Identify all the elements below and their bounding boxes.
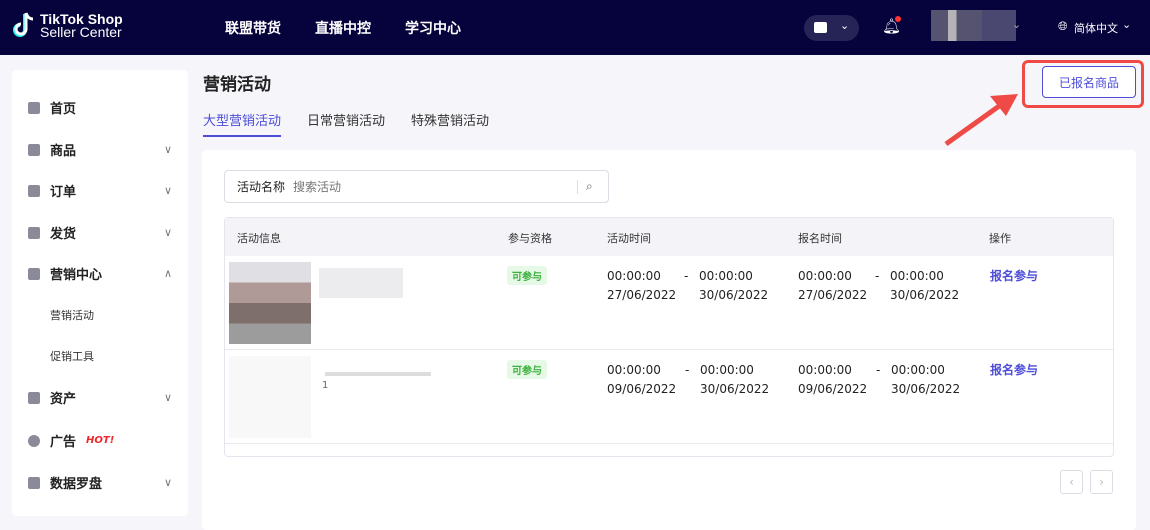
campaign-image xyxy=(229,262,311,344)
campaign-name-blurred xyxy=(319,268,403,298)
campaign-table: 活动信息 参与资格 活动时间 报名时间 操作 可参与 00:00:00 27/06… xyxy=(224,217,1114,457)
sidebar-item-orders[interactable]: 订单 ∨ xyxy=(28,181,172,200)
sidebar-label: 发货 xyxy=(50,227,77,242)
hot-badge: HOT! xyxy=(86,435,115,446)
sidebar-item-assets[interactable]: 资产 ∨ xyxy=(28,388,172,407)
sidebar-item-ads[interactable]: 广告 HOT! xyxy=(28,431,172,450)
sidebar-label: 营销中心 xyxy=(50,268,103,283)
highlight-box xyxy=(1022,60,1144,108)
logo-line2: Seller Center xyxy=(40,24,122,40)
table-header: 活动信息 参与资格 活动时间 报名时间 操作 xyxy=(225,218,1113,256)
megaphone-icon xyxy=(28,267,40,280)
language-select[interactable]: 简体中文 xyxy=(1074,20,1118,36)
tab-special-campaigns[interactable]: 特殊营销活动 xyxy=(411,110,489,129)
campaign-image xyxy=(229,356,311,438)
notification-dot xyxy=(895,16,901,22)
chevron-down-icon: ∨ xyxy=(163,476,172,489)
status-badge: 可参与 xyxy=(507,360,547,379)
chevron-down-icon: ⌄ xyxy=(840,19,850,32)
sidebar-item-shipping[interactable]: 发货 ∨ xyxy=(28,223,172,242)
registration-start: 00:00:00 27/06/2022 xyxy=(798,269,868,302)
chart-icon xyxy=(28,476,40,489)
nav-learning[interactable]: 学习中心 xyxy=(405,18,461,38)
globe-icon: 🌐︎ xyxy=(1058,19,1068,33)
account-chevron-icon[interactable]: ⌄ xyxy=(1012,18,1021,31)
sidebar-label: 商品 xyxy=(50,144,77,159)
chevron-down-icon: ⌄ xyxy=(1122,18,1132,31)
sidebar-label: 订单 xyxy=(50,185,77,200)
col-header: 操作 xyxy=(989,232,1011,245)
sidebar-item-promo-tools[interactable]: 促销工具 xyxy=(50,348,94,364)
search-input[interactable] xyxy=(293,179,564,194)
sidebar-label: 数据罗盘 xyxy=(50,477,103,492)
nav-live[interactable]: 直播中控 xyxy=(315,18,371,38)
sidebar-item-campaigns[interactable]: 营销活动 xyxy=(50,307,94,323)
campaign-end: 00:00:00 30/06/2022 xyxy=(700,363,770,396)
ad-icon xyxy=(28,434,40,447)
top-nav: TikTok Shop Seller Center 联盟带货 直播中控 学习中心 … xyxy=(0,0,1150,55)
bag-icon xyxy=(28,143,40,156)
col-header: 参与资格 xyxy=(508,232,552,245)
next-page-button[interactable]: › xyxy=(1090,470,1113,494)
status-badge: 可参与 xyxy=(507,266,547,285)
card-icon xyxy=(28,391,40,404)
tiktok-shop-logo[interactable]: TikTok Shop Seller Center xyxy=(12,12,123,40)
registration-start: 00:00:00 09/06/2022 xyxy=(798,363,868,396)
sidebar-label: 广告 xyxy=(50,435,77,450)
truck-icon xyxy=(28,226,40,239)
campaign-search: 活动名称 ⌕ xyxy=(224,170,609,203)
sidebar: 首页 商品 ∨ 订单 ∨ 发货 ∨ 营销中心 ∧ 营销活动 促销工具 资产 ∨ 广告 HOT… xyxy=(12,70,188,516)
tiktok-icon xyxy=(13,12,34,37)
register-link[interactable]: 报名参与 xyxy=(990,267,1038,284)
col-header: 活动信息 xyxy=(237,232,281,245)
home-icon xyxy=(28,101,40,114)
chevron-down-icon: ∨ xyxy=(163,226,172,239)
col-header: 活动时间 xyxy=(607,232,651,245)
chevron-down-icon: ∨ xyxy=(163,184,172,197)
campaign-end: 00:00:00 30/06/2022 xyxy=(699,269,769,302)
sidebar-item-home[interactable]: 首页 xyxy=(28,98,172,117)
table-row: 可参与 00:00:00 27/06/2022 - 00:00:00 30/06/2… xyxy=(225,256,1113,350)
col-header: 报名时间 xyxy=(798,232,842,245)
register-link[interactable]: 报名参与 xyxy=(990,361,1038,378)
sidebar-item-marketing[interactable]: 营销中心 ∧ xyxy=(28,264,172,283)
page-title: 营销活动 xyxy=(203,75,271,95)
chevron-down-icon: ∨ xyxy=(163,391,172,404)
nav-affiliate[interactable]: 联盟带货 xyxy=(225,18,281,38)
campaign-extra: 1 xyxy=(322,380,329,391)
account-avatar-blurred[interactable] xyxy=(931,10,1016,41)
tab-major-campaigns[interactable]: 大型营销活动 xyxy=(203,110,282,137)
order-icon xyxy=(28,184,40,197)
sidebar-label: 首页 xyxy=(50,102,77,117)
sidebar-item-analytics[interactable]: 数据罗盘 ∨ xyxy=(28,473,172,492)
registration-end: 00:00:00 30/06/2022 xyxy=(891,363,961,396)
prev-page-button[interactable]: ‹ xyxy=(1060,470,1083,494)
chat-icon xyxy=(814,22,827,33)
campaign-start: 00:00:00 09/06/2022 xyxy=(607,363,677,396)
search-icon[interactable]: ⌕ xyxy=(586,179,593,194)
chevron-up-icon: ∧ xyxy=(163,267,172,280)
sidebar-label: 资产 xyxy=(50,392,77,407)
registration-end: 00:00:00 30/06/2022 xyxy=(890,269,960,302)
search-label: 活动名称 xyxy=(237,180,286,194)
sidebar-item-products[interactable]: 商品 ∨ xyxy=(28,140,172,159)
table-row: 1 可参与 00:00:00 09/06/2022 - 00:00:00 30/06… xyxy=(225,350,1113,444)
chevron-down-icon: ∨ xyxy=(163,143,172,156)
arrow-annotation-icon xyxy=(944,94,1018,147)
tab-daily-campaigns[interactable]: 日常营销活动 xyxy=(307,110,385,129)
campaign-name-blurred xyxy=(325,372,431,376)
campaign-start: 00:00:00 27/06/2022 xyxy=(607,269,677,302)
chat-button[interactable]: ⌄ xyxy=(804,15,859,41)
